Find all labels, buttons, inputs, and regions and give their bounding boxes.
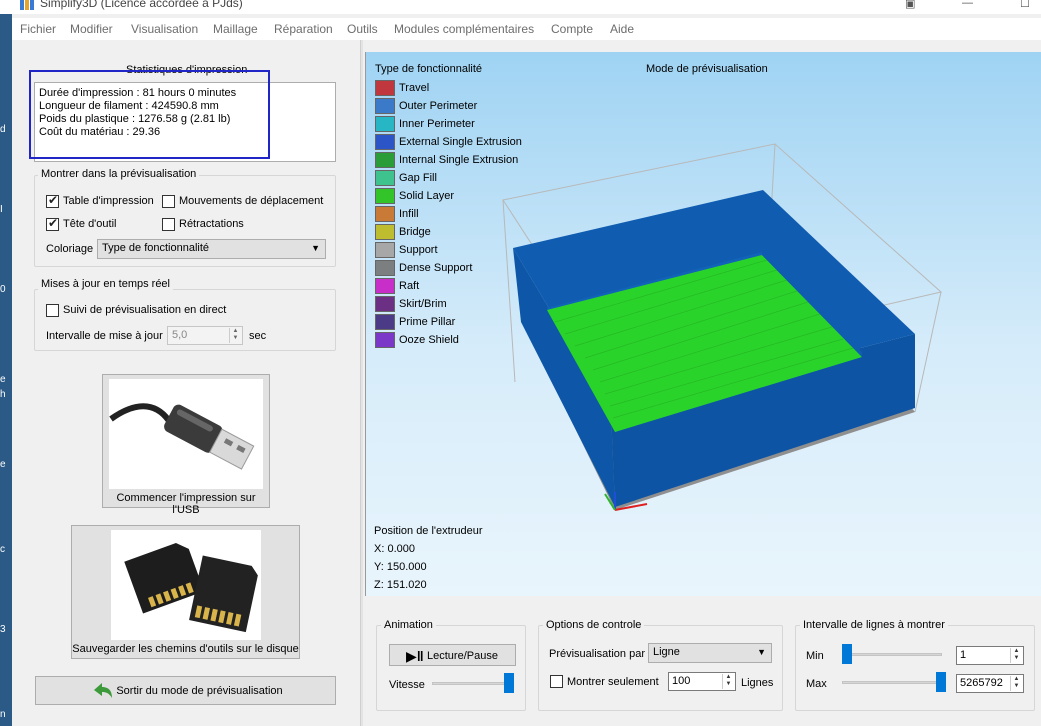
- play-pause-label: Lecture/Pause: [427, 650, 498, 662]
- minimize-icon[interactable]: —: [962, 0, 973, 9]
- live-preview-checkbox[interactable]: [46, 304, 59, 317]
- range-min-label: Min: [806, 650, 824, 662]
- travel-moves-checkbox[interactable]: [162, 195, 175, 208]
- live-preview-label: Suivi de prévisualisation en direct: [63, 304, 227, 316]
- coloring-select-value: Type de fonctionnalité: [102, 242, 210, 254]
- menu-modules[interactable]: Modules complémentaires: [394, 22, 534, 36]
- range-max-label: Max: [806, 678, 827, 690]
- update-interval-input[interactable]: 5,0 ▲ ▼: [167, 326, 243, 345]
- play-pause-icon: ▶‖: [406, 648, 424, 664]
- preview-by-label: Prévisualisation par: [549, 648, 645, 660]
- speed-slider-thumb[interactable]: [504, 673, 514, 693]
- menu-modifier[interactable]: Modifier: [70, 22, 113, 36]
- realtime-updates-title: Mises à jour en temps réel: [38, 278, 173, 290]
- extruder-y: Y: 150.000: [374, 561, 427, 573]
- menu-aide[interactable]: Aide: [610, 22, 634, 36]
- speed-slider-track[interactable]: [432, 682, 510, 685]
- range-max-input[interactable]: 5265792 ▲ ▼: [956, 674, 1024, 693]
- update-interval-value: 5,0: [172, 329, 188, 341]
- exit-preview-label: Sortir du mode de prévisualisation: [116, 685, 283, 697]
- print-table-checkbox[interactable]: [46, 193, 59, 208]
- only-show-input[interactable]: 100 ▲ ▼: [668, 672, 736, 691]
- menu-fichier[interactable]: Fichier: [20, 22, 56, 36]
- line-range-group: [795, 625, 1035, 711]
- menu-bar: Fichier Modifier Visualisation Maillage …: [12, 18, 1041, 40]
- travel-moves-label: Mouvements de déplacement: [179, 195, 324, 207]
- spin-arrows-icon[interactable]: ▲ ▼: [1010, 676, 1022, 691]
- spin-arrows-icon[interactable]: ▲ ▼: [229, 328, 241, 343]
- model-3d-view[interactable]: [365, 52, 1041, 596]
- retractions-label: Rétractations: [179, 218, 244, 230]
- retractions-checkbox[interactable]: [162, 218, 175, 231]
- spin-arrows-icon[interactable]: ▲ ▼: [1010, 648, 1022, 663]
- annotation-highlight-box: [29, 70, 270, 159]
- maximize-icon[interactable]: ☐: [1020, 0, 1030, 10]
- save-toolpaths-label: Sauvegarder les chemins d'outils sur le …: [72, 643, 299, 655]
- only-show-label: Montrer seulement: [567, 676, 659, 688]
- menu-outils[interactable]: Outils: [347, 22, 378, 36]
- animation-group: [376, 625, 526, 711]
- menu-reparation[interactable]: Réparation: [274, 22, 333, 36]
- line-range-title: Intervalle de lignes à montrer: [800, 619, 948, 631]
- range-min-slider-track[interactable]: [842, 653, 942, 656]
- menu-maillage[interactable]: Maillage: [213, 22, 258, 36]
- only-show-unit: Lignes: [741, 677, 774, 689]
- animation-title: Animation: [381, 619, 436, 631]
- chevron-down-icon: ▼: [311, 243, 320, 253]
- spin-arrows-icon[interactable]: ▲ ▼: [722, 674, 734, 689]
- sd-card-icon: [124, 542, 258, 633]
- print-table-label: Table d'impression: [63, 195, 154, 207]
- range-min-input[interactable]: 1 ▲ ▼: [956, 646, 1024, 665]
- only-show-value: 100: [672, 675, 691, 687]
- show-in-preview-title: Montrer dans la prévisualisation: [38, 168, 200, 180]
- extruder-z: Z: 151.020: [374, 579, 427, 591]
- only-show-checkbox[interactable]: [550, 675, 563, 688]
- preview-by-select[interactable]: Ligne ▼: [648, 643, 772, 663]
- usb-cable-image: [109, 379, 263, 489]
- panel-splitter[interactable]: [360, 40, 363, 726]
- save-toolpaths-button[interactable]: Sauvegarder les chemins d'outils sur le …: [71, 525, 300, 659]
- print-usb-button[interactable]: Commencer l'impression sur l'USB: [102, 374, 270, 516]
- tool-head-label: Tête d'outil: [63, 218, 117, 230]
- range-min-slider-thumb[interactable]: [842, 644, 852, 664]
- extruder-x: X: 0.000: [374, 543, 415, 555]
- coloring-select[interactable]: Type de fonctionnalité ▼: [97, 239, 326, 259]
- desktop-background: dI0ehec3n: [0, 14, 12, 726]
- exit-preview-button[interactable]: Sortir du mode de prévisualisation: [35, 676, 336, 705]
- range-max-value: 5265792: [960, 677, 1003, 689]
- preview-by-value: Ligne: [653, 646, 680, 658]
- menu-compte[interactable]: Compte: [551, 22, 593, 36]
- control-options-group: [538, 625, 783, 711]
- tool-head-checkbox[interactable]: [46, 216, 59, 231]
- extruder-position-title: Position de l'extrudeur: [374, 525, 483, 537]
- range-max-slider-track[interactable]: [842, 681, 942, 684]
- range-min-value: 1: [960, 649, 967, 661]
- title-bar: Simplify3D (Licence accordée à PJds) ▣ —…: [0, 0, 1041, 14]
- usb-cable-icon: [109, 403, 255, 470]
- update-interval-unit: sec: [249, 330, 267, 342]
- range-max-slider-thumb[interactable]: [936, 672, 946, 692]
- chevron-down-icon: ▼: [757, 647, 766, 657]
- update-interval-label: Intervalle de mise à jour: [46, 330, 163, 342]
- control-options-title: Options de controle: [543, 619, 645, 631]
- play-pause-button[interactable]: ▶‖ Lecture/Pause: [389, 644, 516, 666]
- window-title: Simplify3D (Licence accordée à PJds): [40, 0, 243, 10]
- print-usb-label: Commencer l'impression sur l'USB: [116, 492, 256, 516]
- speed-label: Vitesse: [389, 679, 425, 691]
- coloring-label: Coloriage: [46, 243, 94, 255]
- sd-card-image: [111, 530, 261, 640]
- menu-visualisation[interactable]: Visualisation: [131, 22, 198, 36]
- help-window-icon[interactable]: ▣: [905, 0, 915, 10]
- simplify3d-logo-icon: [20, 0, 34, 10]
